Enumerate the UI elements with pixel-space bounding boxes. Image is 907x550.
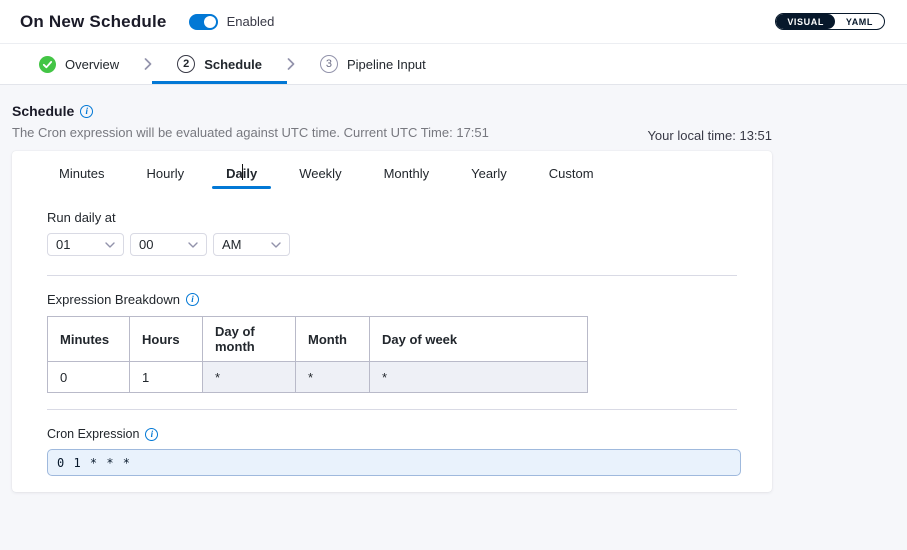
cron-expression-header: Cron Expression i (47, 427, 737, 441)
hour-select-value: 01 (56, 237, 70, 252)
local-time-text: Your local time: 13:51 (647, 128, 772, 143)
cell-day-of-week-value: * (370, 362, 588, 393)
step-number-badge: 3 (320, 55, 338, 73)
cell-minutes-value: 0 (48, 362, 130, 393)
column-header-hours: Hours (130, 317, 203, 362)
schedule-trigger-page: On New Schedule Enabled VISUAL YAML Over… (0, 0, 907, 550)
info-icon[interactable]: i (186, 293, 199, 306)
text-cursor-artifact (242, 164, 244, 180)
column-header-minutes: Minutes (48, 317, 130, 362)
visual-yaml-toggle: VISUAL YAML (775, 13, 885, 30)
page-title: On New Schedule (20, 12, 167, 32)
ampm-select-value: AM (222, 237, 242, 252)
cell-day-of-month-value: * (203, 362, 296, 393)
enabled-toggle[interactable] (189, 14, 218, 30)
run-daily-at-label: Run daily at (47, 210, 737, 225)
cell-hours-value: 1 (130, 362, 203, 393)
enabled-toggle-label: Enabled (227, 14, 275, 29)
chevron-right-icon (287, 58, 295, 70)
step-pipeline-input[interactable]: 3 Pipeline Input (295, 44, 451, 84)
tab-monthly[interactable]: Monthly (368, 166, 446, 189)
chevron-down-icon (105, 242, 115, 248)
schedule-card: Minutes Hourly Daily Weekly Monthly Year… (12, 151, 772, 492)
visual-toggle-button[interactable]: VISUAL (776, 14, 835, 29)
top-header: On New Schedule Enabled VISUAL YAML (0, 0, 907, 44)
tab-minutes[interactable]: Minutes (43, 166, 121, 189)
minute-select[interactable]: 00 (130, 233, 207, 256)
chevron-down-icon (188, 242, 198, 248)
step-pipeline-input-label: Pipeline Input (347, 57, 426, 72)
utc-time-subtitle: The Cron expression will be evaluated ag… (12, 125, 907, 140)
cell-month-value: * (296, 362, 370, 393)
tab-hourly[interactable]: Hourly (131, 166, 201, 189)
card-body: Run daily at 01 00 AM (43, 210, 737, 476)
step-number-badge: 2 (177, 55, 195, 73)
wizard-stepper: Overview 2 Schedule 3 Pipeline Input (0, 44, 907, 85)
info-icon[interactable]: i (80, 105, 93, 118)
tab-daily[interactable]: Daily (210, 166, 273, 189)
tab-custom[interactable]: Custom (533, 166, 610, 189)
chevron-right-icon (144, 58, 152, 70)
hour-select[interactable]: 01 (47, 233, 124, 256)
yaml-toggle-button[interactable]: YAML (835, 14, 884, 29)
enabled-toggle-group: Enabled (189, 14, 275, 30)
expression-breakdown-header: Expression Breakdown i (47, 292, 737, 307)
time-select-row: 01 00 AM (47, 233, 737, 256)
expression-breakdown-table: Minutes Hours Day of month Month Day of … (47, 316, 588, 393)
step-overview[interactable]: Overview (14, 44, 144, 84)
toggle-knob (204, 16, 216, 28)
cron-expression-label: Cron Expression (47, 427, 139, 441)
frequency-tabs: Minutes Hourly Daily Weekly Monthly Year… (43, 166, 737, 189)
cron-expression-input[interactable] (47, 449, 741, 476)
expression-breakdown-label: Expression Breakdown (47, 292, 180, 307)
step-overview-label: Overview (65, 57, 119, 72)
check-circle-icon (39, 56, 56, 73)
table-header-row: Minutes Hours Day of month Month Day of … (48, 317, 588, 362)
step-schedule[interactable]: 2 Schedule (152, 44, 287, 84)
section-divider (47, 275, 737, 276)
schedule-section-header: Schedule i (12, 103, 907, 119)
column-header-day-of-month: Day of month (203, 317, 296, 362)
schedule-section-title: Schedule (12, 103, 74, 119)
section-divider (47, 409, 737, 410)
info-icon[interactable]: i (145, 428, 158, 441)
ampm-select[interactable]: AM (213, 233, 290, 256)
chevron-down-icon (271, 242, 281, 248)
minute-select-value: 00 (139, 237, 153, 252)
column-header-month: Month (296, 317, 370, 362)
column-header-day-of-week: Day of week (370, 317, 588, 362)
table-row: 0 1 * * * (48, 362, 588, 393)
tab-weekly[interactable]: Weekly (283, 166, 357, 189)
step-schedule-label: Schedule (204, 57, 262, 72)
tab-yearly[interactable]: Yearly (455, 166, 523, 189)
